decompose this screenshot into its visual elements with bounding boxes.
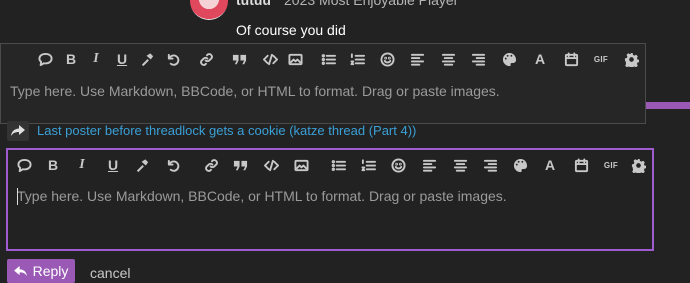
italic-button[interactable]: I xyxy=(86,49,106,69)
numbered-list-icon[interactable] xyxy=(347,49,367,69)
align-left-icon[interactable] xyxy=(407,49,427,69)
emoji-icon[interactable] xyxy=(388,155,408,175)
avatar[interactable] xyxy=(190,0,228,20)
post-flair: 2023 Most Enjoyable Player xyxy=(284,0,459,8)
topic-link[interactable]: Last poster before threadlock gets a coo… xyxy=(37,123,416,138)
numbered-list-icon[interactable] xyxy=(358,155,378,175)
editor-toolbar: B I U A GIF xyxy=(1,44,645,74)
code-icon[interactable] xyxy=(260,49,280,69)
reply-icon xyxy=(13,265,27,276)
palette-icon[interactable] xyxy=(510,155,530,175)
gear-icon[interactable] xyxy=(628,155,648,175)
reply-button-label: Reply xyxy=(32,263,69,279)
reply-button[interactable]: Reply xyxy=(7,259,75,283)
link-icon[interactable] xyxy=(196,49,216,69)
composer-editor[interactable]: B I U A GIF Type here. Use Markdown, BBC… xyxy=(6,148,654,251)
undo-icon[interactable] xyxy=(163,155,183,175)
calendar-icon[interactable] xyxy=(571,155,591,175)
quote-bubble-icon[interactable] xyxy=(14,155,34,175)
italic-button[interactable]: I xyxy=(72,155,92,175)
align-right-icon[interactable] xyxy=(468,49,488,69)
editor-ghost: B I U A GIF Type here. Use Markdown, BBC… xyxy=(0,43,646,124)
gif-button[interactable]: GIF xyxy=(591,49,611,69)
font-button[interactable]: A xyxy=(540,155,560,175)
gif-button[interactable]: GIF xyxy=(601,155,621,175)
reply-arrow-icon[interactable] xyxy=(7,121,29,141)
post-username[interactable]: tutuu xyxy=(236,0,271,8)
bullet-list-icon[interactable] xyxy=(318,49,338,69)
bold-button[interactable]: B xyxy=(43,155,63,175)
align-right-icon[interactable] xyxy=(480,155,500,175)
blockquote-icon[interactable] xyxy=(230,155,250,175)
composer-placeholder[interactable]: Type here. Use Markdown, BBCode, or HTML… xyxy=(17,188,507,204)
link-icon[interactable] xyxy=(201,155,221,175)
editor-placeholder[interactable]: Type here. Use Markdown, BBCode, or HTML… xyxy=(10,83,500,99)
blockquote-icon[interactable] xyxy=(229,49,249,69)
calendar-icon[interactable] xyxy=(561,49,581,69)
bullet-list-icon[interactable] xyxy=(328,155,348,175)
gear-icon[interactable] xyxy=(621,49,641,69)
hammer-icon[interactable] xyxy=(137,49,157,69)
emoji-icon[interactable] xyxy=(377,49,397,69)
font-button[interactable]: A xyxy=(530,49,550,69)
align-left-icon[interactable] xyxy=(419,155,439,175)
align-center-icon[interactable] xyxy=(438,49,458,69)
image-icon[interactable] xyxy=(285,49,305,69)
hammer-icon[interactable] xyxy=(132,155,152,175)
accent-stripe xyxy=(646,102,690,109)
underline-button[interactable]: U xyxy=(112,49,132,69)
quote-bubble-icon[interactable] xyxy=(35,49,55,69)
cancel-link[interactable]: cancel xyxy=(90,265,130,281)
post-body-text: Of course you did xyxy=(236,22,346,38)
text-caret xyxy=(17,188,18,205)
code-icon[interactable] xyxy=(261,155,281,175)
image-icon[interactable] xyxy=(291,155,311,175)
bold-button[interactable]: B xyxy=(61,49,81,69)
composer-toolbar: B I U A GIF xyxy=(8,150,652,180)
underline-button[interactable]: U xyxy=(103,155,123,175)
align-center-icon[interactable] xyxy=(450,155,470,175)
undo-icon[interactable] xyxy=(163,49,183,69)
palette-icon[interactable] xyxy=(499,49,519,69)
